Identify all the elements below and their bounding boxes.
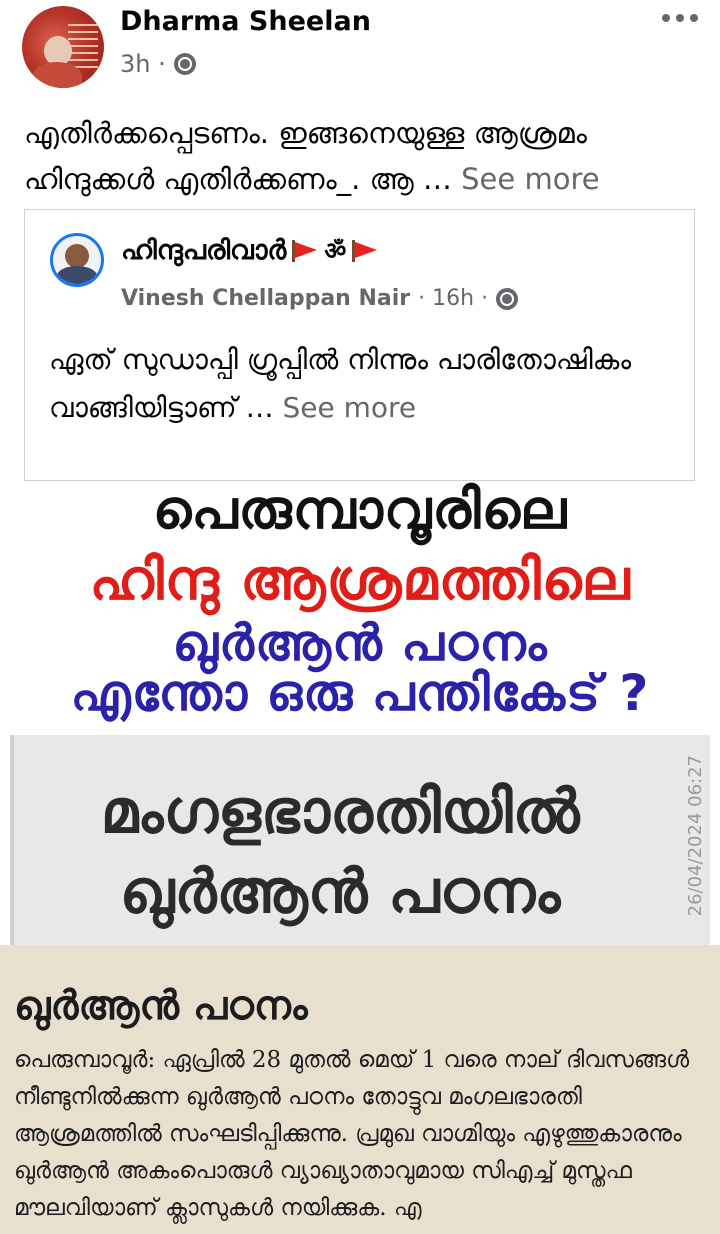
post-text: എതിർക്കപ്പെടണം. ഇങ്ങനെയുള്ള ആശ്രമം ഹിന്ദ… — [24, 110, 704, 202]
clipping-title-line-1: മംഗളഭാരതിയിൽ — [100, 777, 580, 847]
timestamp-watermark: 26/04/2024 06:27 — [685, 755, 706, 917]
globe-icon — [496, 287, 519, 310]
flag-icon — [292, 239, 318, 262]
post-meta: 3h · — [120, 50, 196, 78]
avatar-text-decoration — [68, 24, 98, 70]
article-heading: ഖുർആൻ പഠനം — [14, 983, 308, 1029]
dot — [662, 14, 670, 22]
headline-line-2: ഹിന്ദു ആശ്രമത്തിലെ — [89, 548, 631, 613]
author-name[interactable]: Dharma Sheelan — [120, 6, 371, 37]
headline-line-1: പെരുമ്പാവൂരിലെ — [152, 478, 568, 541]
group-avatar[interactable] — [50, 233, 104, 287]
shared-post-card[interactable]: ഹിന്ദുപരിവാർ ॐ Vinesh Chellappan Nair · … — [24, 209, 695, 481]
avatar-body — [57, 266, 97, 284]
group-name-text: ഹിന്ദുപരിവാർ — [121, 234, 287, 266]
avatar-body — [32, 62, 82, 88]
dot — [690, 14, 698, 22]
more-options-icon[interactable] — [662, 6, 698, 30]
shared-post-time[interactable]: · 16h · — [418, 286, 488, 311]
headline-line-4: എന്തോ ഒരു പന്തികേട് ? — [70, 664, 650, 722]
see-more-link[interactable]: See more — [274, 391, 416, 424]
avatar-face — [65, 244, 89, 268]
shared-post-text: ഏത് സുഡാപ്പി ഗ്രൂപ്പിൽ നിന്നും പാരിതോഷിക… — [49, 336, 649, 432]
group-name[interactable]: ഹിന്ദുപരിവാർ ॐ — [121, 234, 378, 267]
poster-name[interactable]: Vinesh Chellappan Nair — [121, 286, 410, 311]
author-avatar[interactable] — [22, 6, 104, 88]
globe-icon[interactable] — [173, 53, 196, 75]
newspaper-clipping-headline[interactable]: മംഗളഭാരതിയിൽ ഖുർആൻ പഠനം 26/04/2024 06:27 — [10, 735, 710, 950]
clipping-title-line-2: ഖുർആൻ പഠനം — [119, 857, 561, 927]
dot — [676, 14, 684, 22]
flag-icon — [352, 239, 378, 262]
post-time[interactable]: 3h · — [120, 50, 166, 78]
om-symbol: ॐ — [324, 237, 347, 265]
article-body: പെരുമ്പാവൂർ: ഏപ്രിൽ 28 മുതൽ മെയ് 1 വരെ ന… — [14, 1047, 690, 1221]
see-more-link[interactable]: See more — [452, 162, 599, 196]
newspaper-clipping-article[interactable]: ഖുർആൻ പഠനം പെരുമ്പാവൂർ: ഏപ്രിൽ 28 മുതൽ മ… — [0, 945, 720, 1234]
shared-post-meta: Vinesh Chellappan Nair · 16h · — [121, 286, 519, 311]
